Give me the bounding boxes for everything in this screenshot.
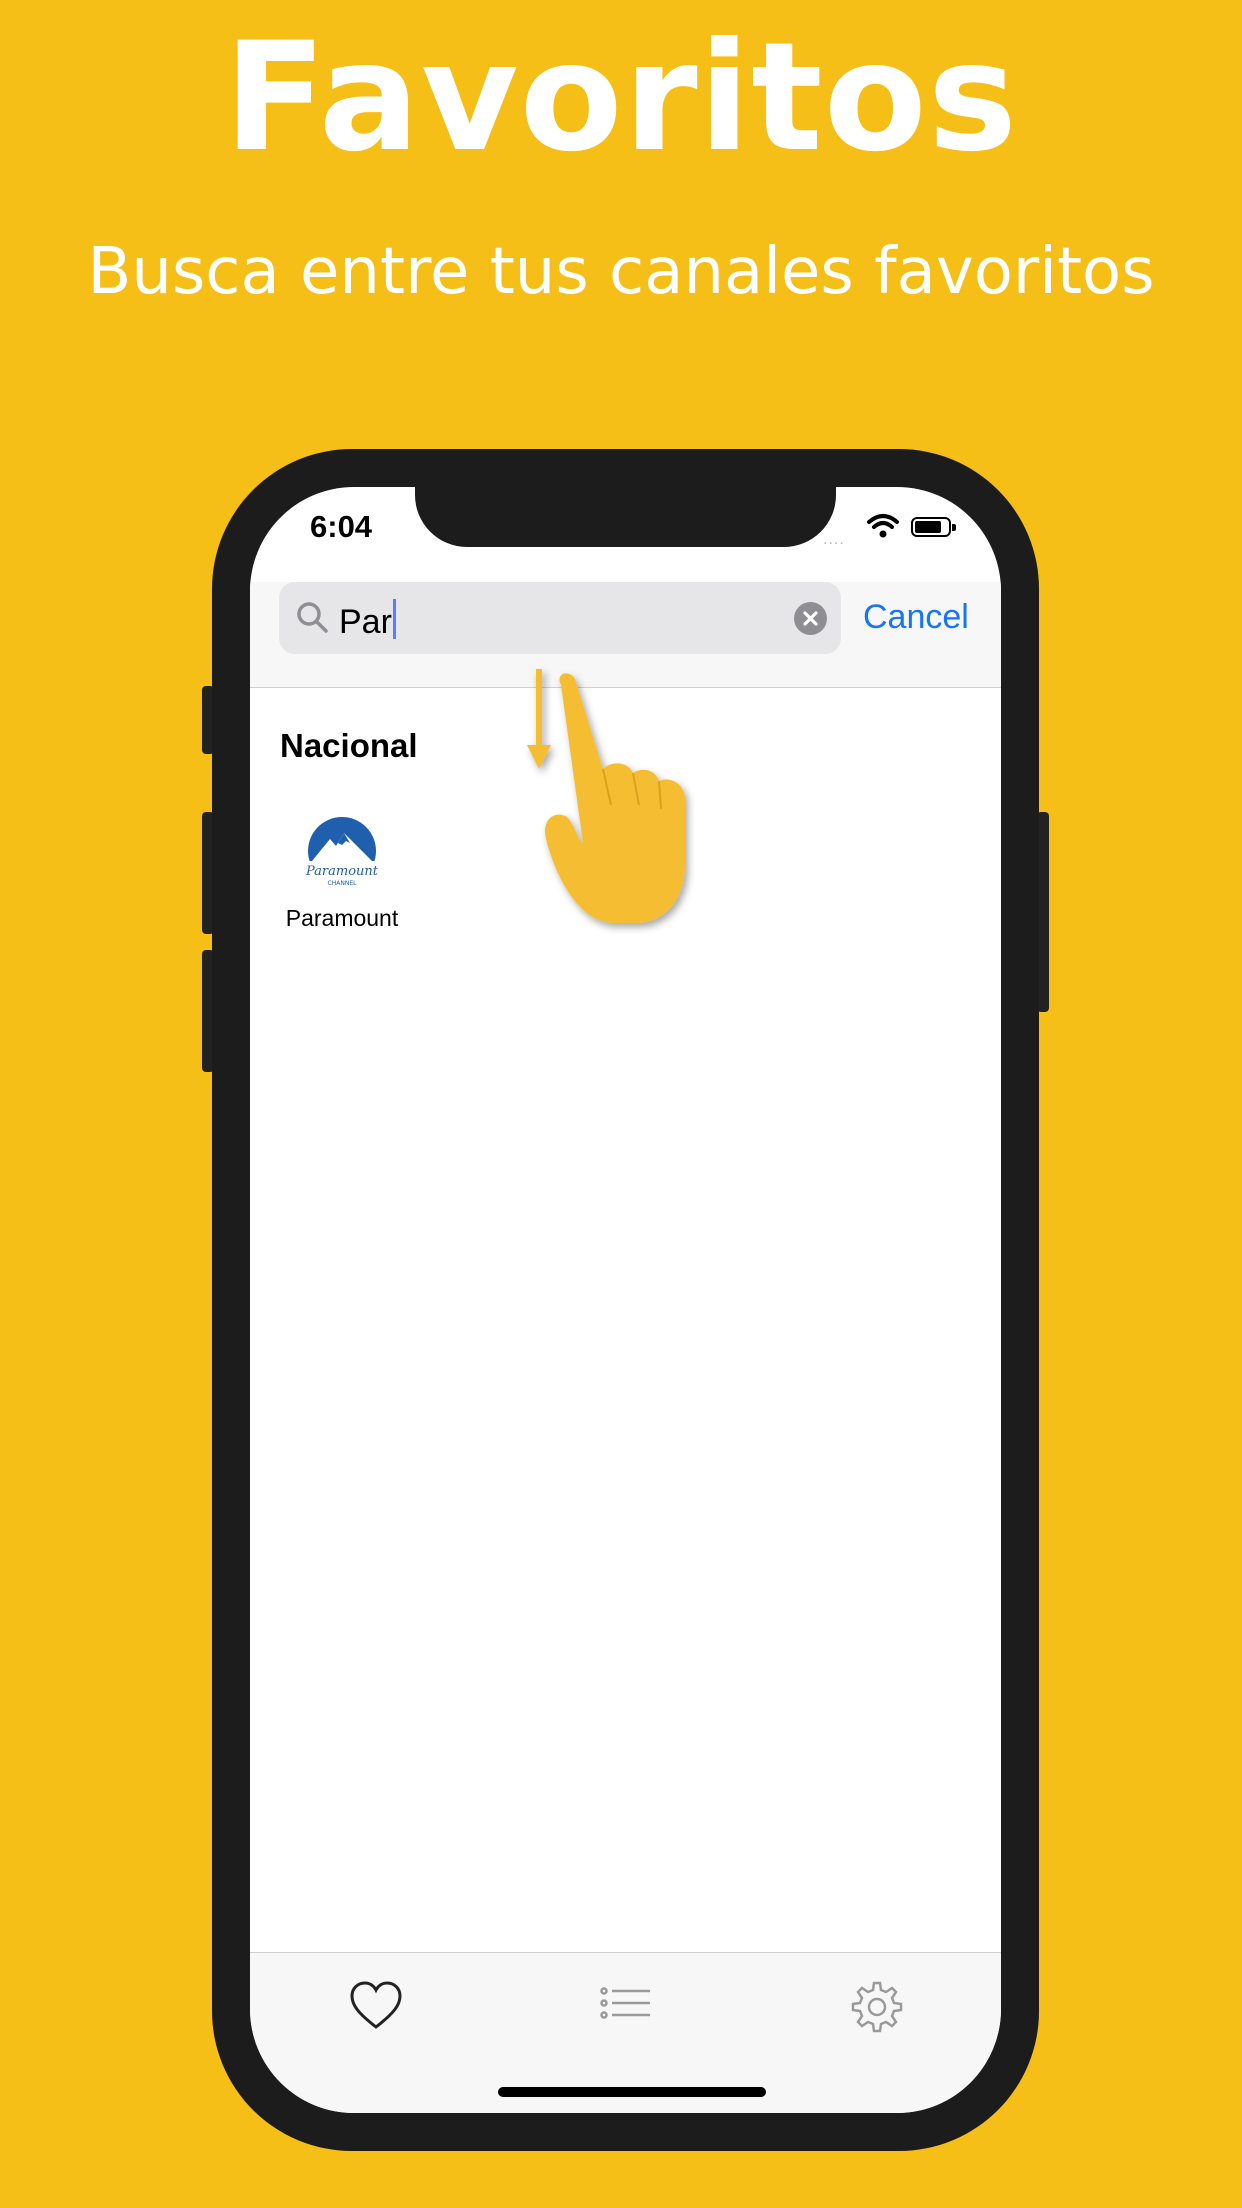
battery-icon [911,517,956,537]
status-time: 6:04 [310,509,373,544]
text-caret [392,599,396,639]
status-icons: .... [823,513,973,548]
svg-text:CHANNEL: CHANNEL [328,880,358,887]
gear-icon[interactable] [847,1977,907,2037]
notch [415,487,836,547]
home-indicator [498,2087,766,2097]
section-title: Nacional [280,727,418,764]
wifi-icon [867,514,899,538]
list-icon[interactable] [596,1977,656,2037]
search-input[interactable]: Par [279,582,841,654]
channel-item[interactable]: Paramount CHANNEL Paramount [272,813,412,932]
heart-icon[interactable] [346,1977,406,2037]
tab-bar [250,1952,1001,2113]
clear-search-button[interactable] [794,602,827,635]
signal-icon: .... [823,531,845,548]
headline: Favoritos [223,11,1019,185]
svg-text:Paramount: Paramount [305,864,379,879]
pull-down-hand-icon [527,669,685,923]
channel-label: Paramount [285,905,399,931]
cancel-button[interactable]: Cancel [863,598,969,637]
subheadline: Busca entre tus canales favoritos [87,235,1155,309]
paramount-channel-logo: Paramount CHANNEL [305,817,379,887]
close-icon [803,611,818,626]
search-input-value: Par [339,599,396,642]
search-icon [297,602,328,633]
